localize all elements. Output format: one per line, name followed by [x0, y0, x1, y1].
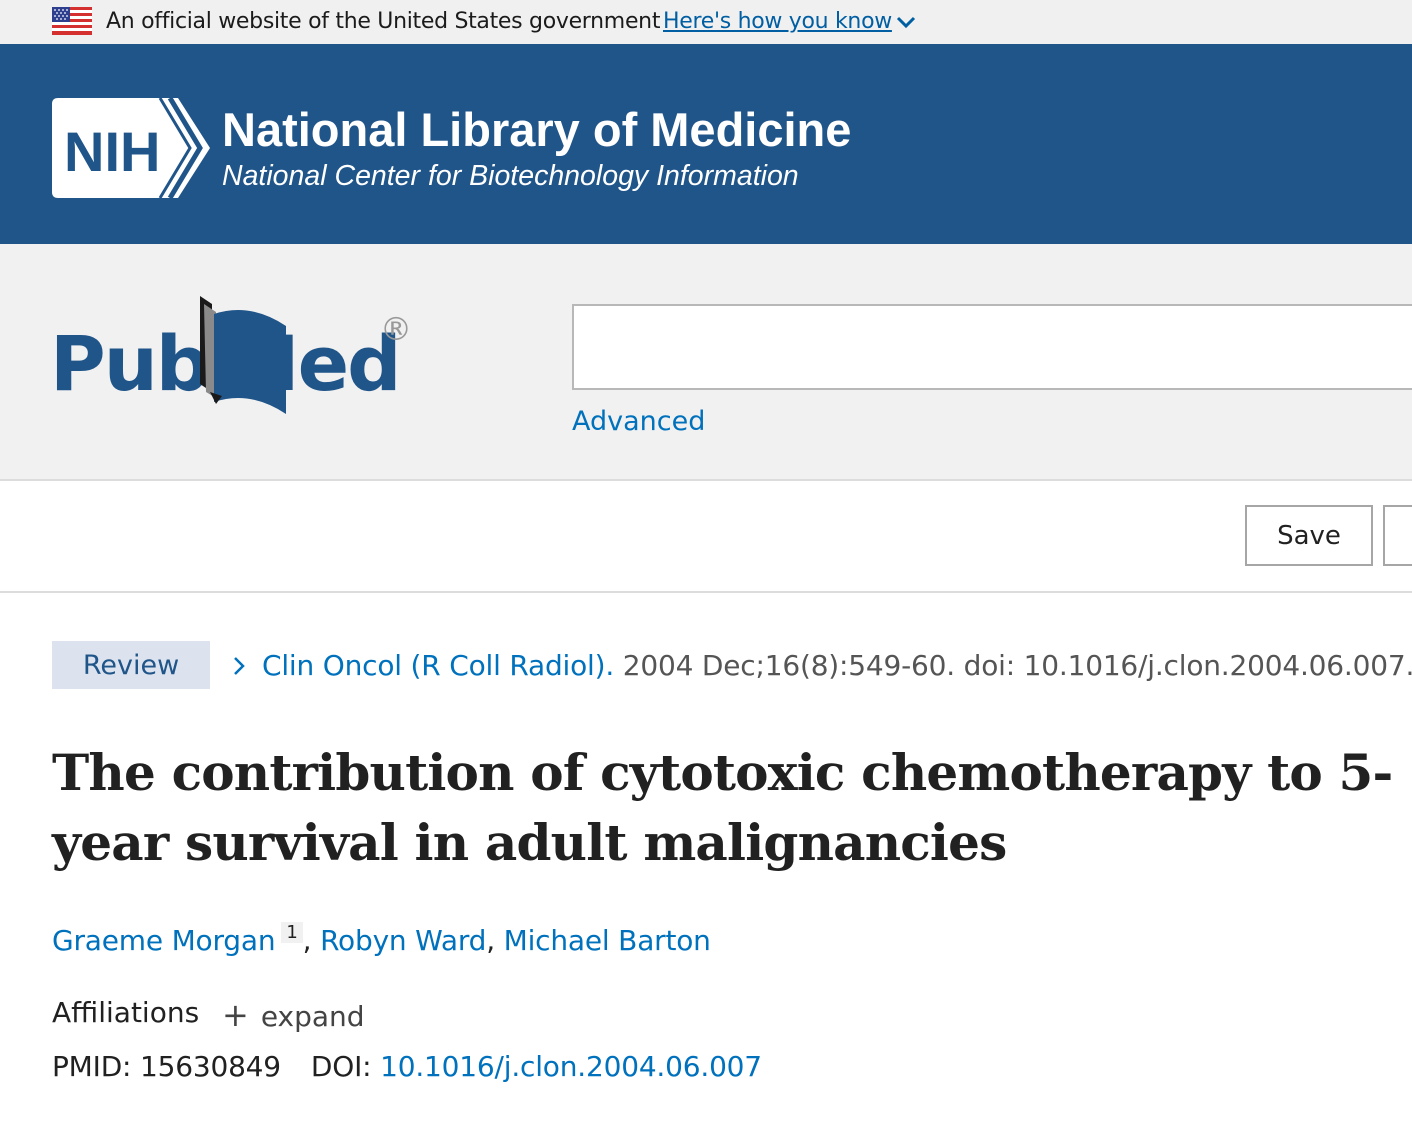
doi-label: DOI:	[310, 1050, 372, 1083]
pmid-label: PMID:	[52, 1050, 132, 1083]
affiliations-label: Affiliations	[52, 996, 200, 1029]
search-area: Pub Med ® Advanced	[0, 244, 1412, 481]
pubmed-logo-med: Med	[224, 319, 400, 408]
pmid-value: 15630849	[140, 1050, 281, 1083]
registered-mark: ®	[380, 310, 412, 348]
author-list: Graeme Morgan 1, Robyn Ward, Michael Bart…	[52, 922, 711, 957]
nih-logo[interactable]: NIH	[52, 98, 210, 198]
article-title: The contribution of cytotoxic chemothera…	[52, 743, 1393, 872]
author-link[interactable]: Graeme Morgan	[52, 924, 276, 957]
pubmed-logo-pub: Pub	[50, 319, 208, 408]
journal-link[interactable]: Clin Oncol (R Coll Radiol).	[262, 649, 614, 682]
action-bar: Save	[0, 481, 1412, 593]
expand-label: expand	[260, 1000, 365, 1033]
email-button[interactable]	[1383, 505, 1412, 566]
citation: Clin Oncol (R Coll Radiol). 2004 Dec;16(…	[262, 649, 1412, 682]
author-separator: ,	[302, 924, 321, 957]
nih-title: National Library of Medicine	[222, 103, 852, 156]
heres-how-you-know-link[interactable]: Here's how you know	[663, 9, 892, 34]
author-link[interactable]: Michael Barton	[504, 924, 711, 957]
affiliations-expand-button[interactable]: + expand	[222, 996, 365, 1034]
gov-banner: An official website of the United States…	[0, 0, 1412, 44]
author-separator: ,	[486, 924, 504, 957]
chevron-right-icon	[234, 657, 245, 675]
nih-header: NIH National Library of Medicine Nationa…	[0, 44, 1412, 244]
citation-meta: 2004 Dec;16(8):549-60. doi: 10.1016/j.cl…	[622, 649, 1412, 682]
chevron-down-icon[interactable]	[895, 14, 917, 30]
us-flag-icon	[52, 7, 92, 35]
search-input[interactable]	[572, 304, 1412, 390]
advanced-search-link[interactable]: Advanced	[572, 406, 705, 437]
article-identifiers: PMID: 15630849 DOI: 10.1016/j.clon.2004.0…	[52, 1050, 762, 1083]
pubmed-logo[interactable]: Pub Med ®	[50, 292, 415, 422]
nih-subtitle: National Center for Biotechnology Inform…	[222, 160, 799, 192]
article-type-badge: Review	[52, 641, 210, 689]
gov-banner-text: An official website of the United States…	[106, 9, 661, 34]
nih-logo-text: NIH	[64, 120, 160, 183]
author-link[interactable]: Robyn Ward	[320, 924, 486, 957]
plus-icon: +	[222, 996, 249, 1034]
save-button[interactable]: Save	[1245, 505, 1373, 566]
affiliation-ref[interactable]: 1	[281, 922, 303, 943]
doi-link[interactable]: 10.1016/j.clon.2004.06.007	[380, 1050, 762, 1083]
